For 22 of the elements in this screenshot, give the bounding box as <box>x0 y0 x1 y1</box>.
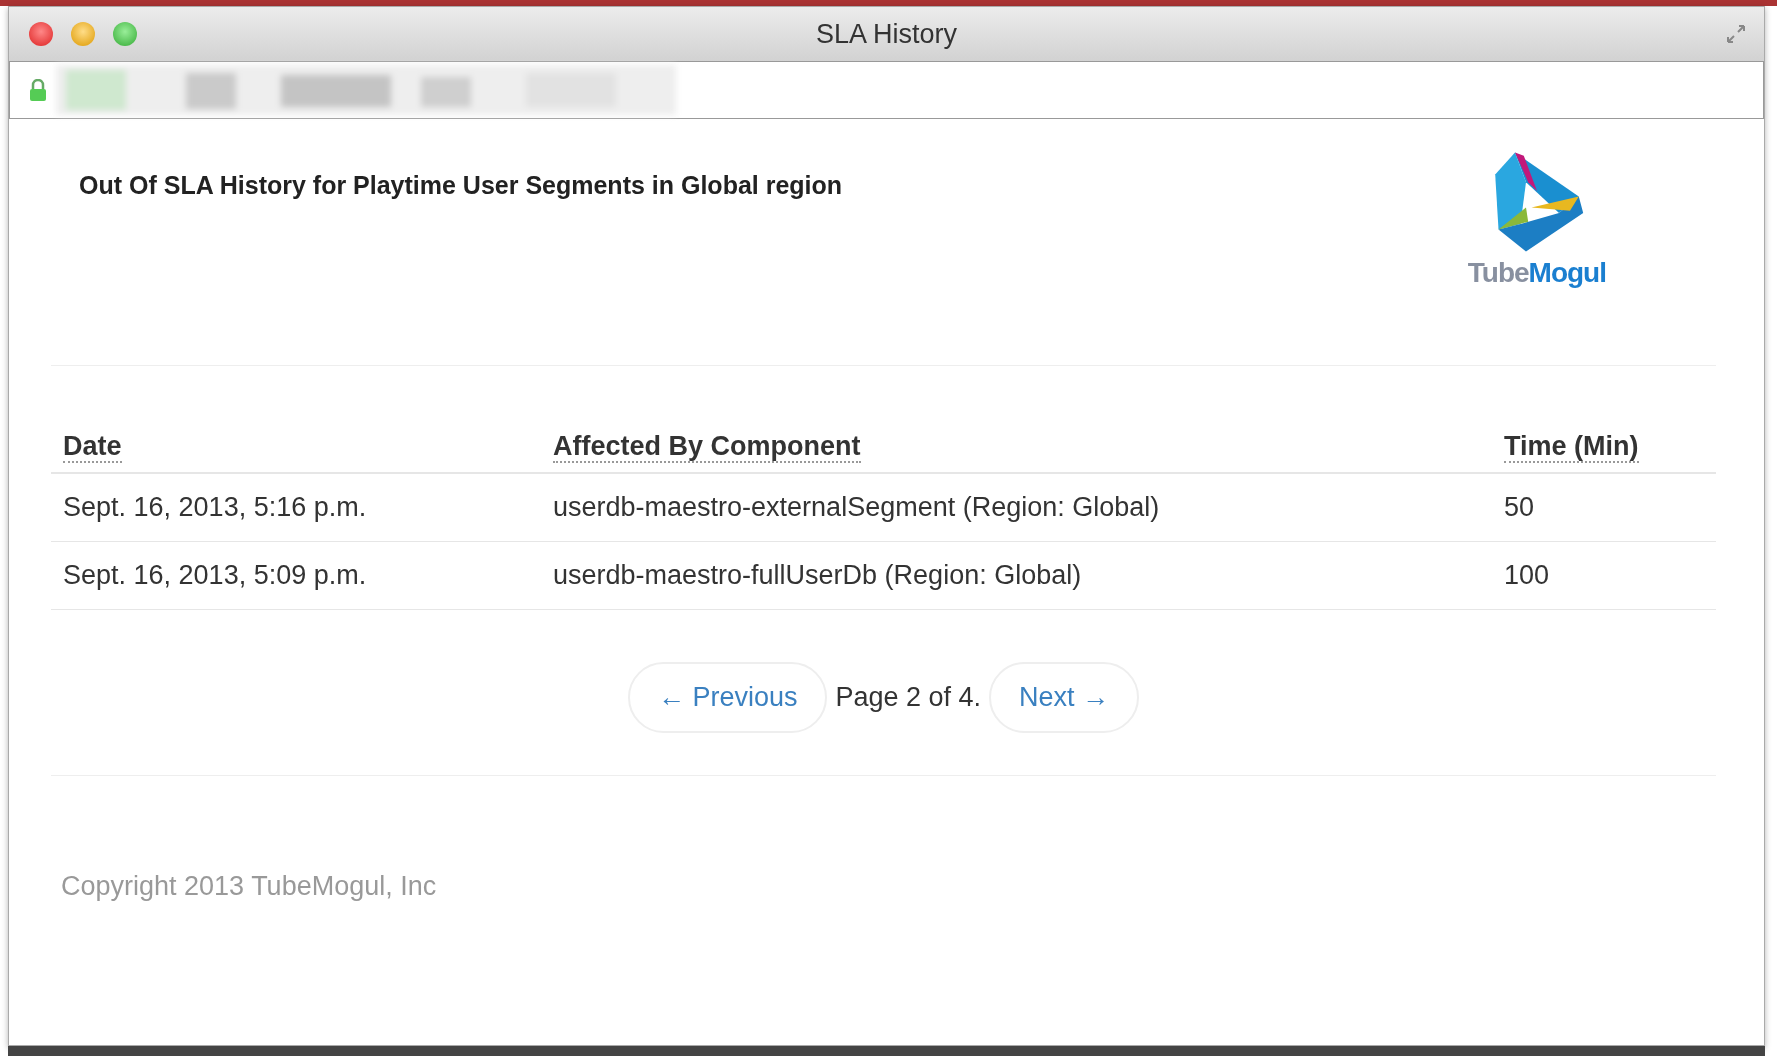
table-cell: Sept. 16, 2013, 5:09 p.m. <box>63 560 367 590</box>
copyright-text: Copyright 2013 TubeMogul, Inc <box>61 871 438 902</box>
column-header: Time (Min) <box>1504 431 1639 463</box>
address-bar[interactable] <box>9 61 1764 119</box>
window-title: SLA History <box>814 18 959 50</box>
previous-button[interactable]: ← Previous <box>627 662 828 733</box>
column-header: Date <box>63 431 122 463</box>
minimize-button[interactable] <box>71 22 95 46</box>
column-header: Affected By Component <box>553 431 861 463</box>
table-cell: userdb-maestro-fullUserDb (Region: Global) <box>553 560 1082 590</box>
next-button[interactable]: Next → <box>989 662 1140 733</box>
table-cell: 50 <box>1504 492 1535 522</box>
table-cell: userdb-maestro-externalSegment (Region: Global) <box>553 492 1160 522</box>
page-heading: Out Of SLA History for Playtime User Segments in Global region <box>79 171 843 201</box>
table-cell: Sept. 16, 2013, 5:16 p.m. <box>63 492 367 522</box>
close-button[interactable] <box>29 22 53 46</box>
zoom-button[interactable] <box>113 22 137 46</box>
lock-icon <box>30 79 46 101</box>
table-cell: 100 <box>1504 560 1550 590</box>
logo-text: TubeMogul <box>1467 257 1606 289</box>
page-status: Page 2 of 4. <box>835 682 982 713</box>
fullscreen-icon[interactable] <box>1726 24 1746 44</box>
